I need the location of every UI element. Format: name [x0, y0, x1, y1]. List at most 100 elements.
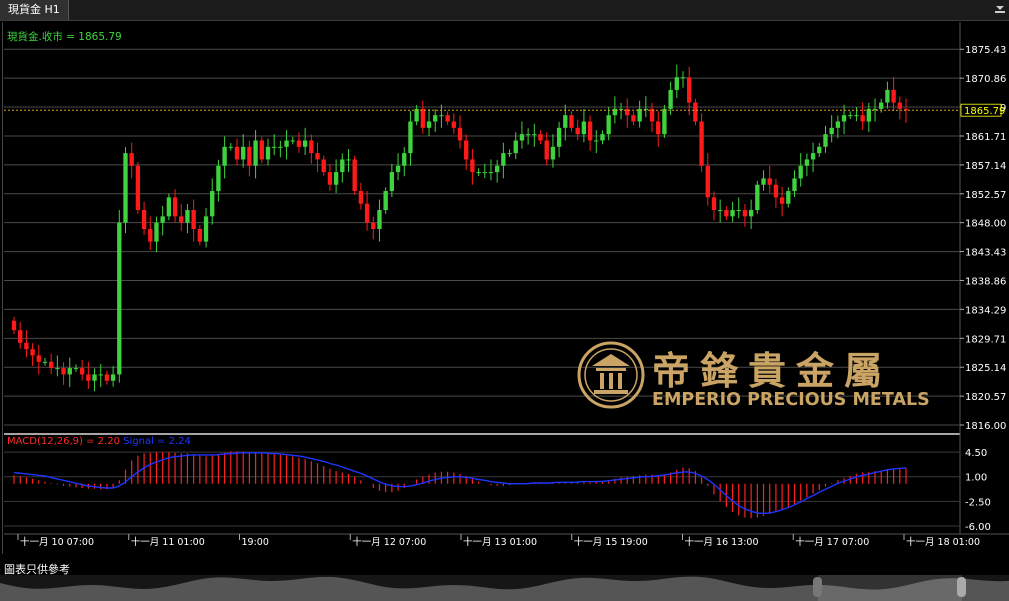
candle-body: [656, 121, 661, 135]
time-tick-label: 十一月 16 13:00: [685, 536, 759, 548]
candle-body: [24, 342, 29, 350]
candle-body: [371, 222, 376, 229]
candle-body: [680, 77, 686, 79]
candle-body: [705, 165, 710, 198]
candle-body: [538, 134, 543, 141]
candle-body: [253, 140, 258, 166]
candle-body: [748, 210, 754, 217]
candle-body: [11, 320, 17, 331]
candle-body: [488, 172, 494, 174]
candle-body: [302, 140, 308, 147]
candle-body: [259, 140, 264, 160]
candle-body: [755, 184, 760, 211]
candle-body: [649, 108, 655, 122]
candle-body: [587, 121, 593, 141]
candle-body: [792, 178, 797, 192]
candle-body: [798, 165, 803, 179]
candle-body: [48, 361, 54, 369]
candle-body: [309, 140, 314, 154]
macd-tick-label: 1.00: [965, 473, 987, 484]
candle-body: [154, 222, 159, 242]
candle-body: [389, 172, 395, 192]
candle-body: [600, 134, 605, 141]
candle-body: [767, 178, 772, 185]
candle-body: [420, 108, 426, 128]
candle-body: [569, 115, 574, 128]
candle-body: [228, 146, 233, 148]
time-tick-label: 十一月 12 07:00: [352, 536, 426, 548]
candle-body: [110, 374, 116, 381]
candle-body: [457, 127, 463, 141]
time-tick-label: 十一月 18 01:00: [906, 536, 980, 548]
macd-signal-label: Signal = 2.24: [123, 436, 191, 447]
candle-body: [761, 178, 766, 185]
candle-body: [61, 368, 66, 375]
scroll-handle-right[interactable]: [957, 577, 966, 597]
brand-name-chinese: 帝鋒貴金屬: [652, 348, 893, 393]
candle-body: [402, 153, 407, 166]
price-chart[interactable]: 1875.431870.861866.291861.711857.141852.…: [0, 0, 1009, 555]
candle-body: [197, 229, 203, 242]
candle-body: [30, 349, 35, 356]
candle-body: [160, 216, 165, 223]
candle-body: [866, 108, 872, 122]
price-tick-label: 1861.71: [965, 132, 1006, 143]
candle-body: [346, 159, 351, 161]
candle-body: [519, 134, 525, 141]
candle-body: [86, 374, 91, 381]
candle-body: [724, 210, 729, 217]
time-tick-label: 十一月 17 07:00: [795, 536, 869, 548]
price-tick-label: 1820.57: [965, 392, 1006, 403]
macd-tick-label: -2.50: [965, 497, 991, 508]
candle-body: [829, 127, 834, 135]
candle-body: [290, 140, 295, 142]
candle-body: [736, 210, 741, 212]
candle-body: [779, 197, 785, 204]
candle-body: [810, 153, 816, 160]
candle-body: [525, 134, 531, 136]
candle-body: [594, 140, 599, 142]
candle-body: [773, 184, 779, 198]
price-tick-label: 1843.43: [965, 248, 1006, 259]
candle-body: [296, 140, 302, 147]
candle-body: [271, 146, 277, 148]
candle-body: [470, 159, 475, 173]
candle-body: [786, 191, 791, 204]
candle-body: [179, 216, 184, 223]
candle-body: [284, 140, 289, 147]
emperio-logo-icon: [577, 341, 645, 409]
candle-body: [494, 165, 500, 173]
candle-body: [841, 115, 847, 122]
candle-body: [668, 89, 673, 109]
candle-body: [687, 77, 692, 103]
navigator-visible-range[interactable]: [818, 575, 962, 601]
price-tick-label: 1829.71: [965, 334, 1006, 345]
candle-body: [73, 368, 79, 370]
candle-body: [501, 153, 506, 166]
candle-body: [364, 203, 370, 223]
candle-body: [210, 191, 215, 217]
navigator-scrollbar[interactable]: [0, 575, 1009, 601]
candle-body: [848, 115, 853, 117]
candle-body: [117, 222, 122, 375]
candle-body: [135, 165, 141, 211]
brand-watermark: 帝鋒貴金屬 EMPERIO PRECIOUS METALS: [576, 340, 946, 414]
candle-body: [234, 146, 240, 160]
candle-body: [129, 153, 134, 166]
candle-body: [482, 172, 487, 174]
candle-body: [222, 146, 227, 166]
time-tick-label: 19:00: [242, 537, 269, 548]
candle-body: [439, 115, 444, 117]
candle-body: [476, 172, 481, 174]
price-tick-label: 1875.43: [965, 45, 1006, 56]
candle-body: [544, 140, 549, 160]
candle-body: [879, 102, 884, 109]
candle-body: [674, 77, 679, 90]
candle-body: [79, 368, 85, 375]
time-tick-label: 十一月 15 19:00: [574, 536, 648, 548]
time-tick-label: 十一月 10 07:00: [20, 536, 94, 548]
brand-name-english: EMPERIO PRECIOUS METALS: [652, 390, 930, 410]
scroll-handle-left[interactable]: [813, 577, 822, 597]
candle-body: [148, 229, 153, 242]
candle-body: [606, 115, 611, 135]
